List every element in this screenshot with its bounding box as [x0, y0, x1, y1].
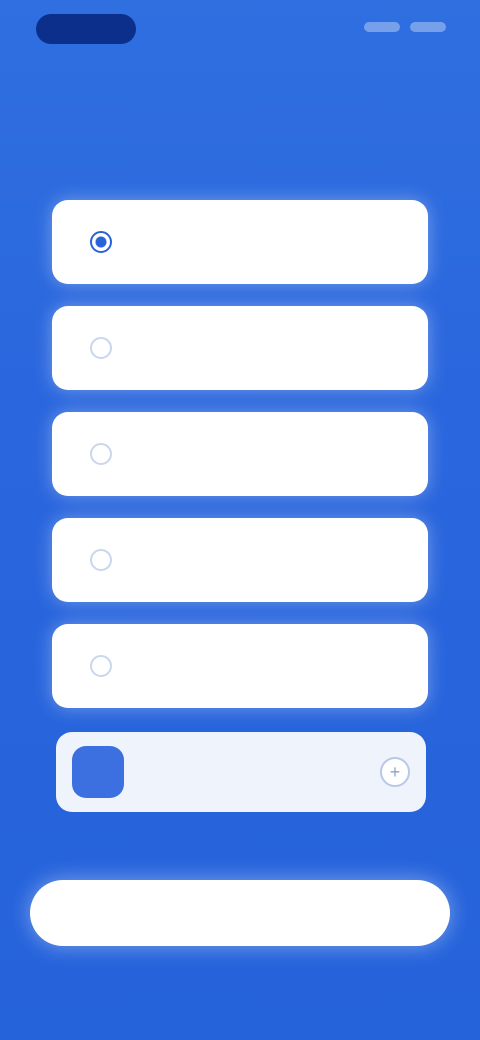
- option-card[interactable]: [52, 624, 428, 708]
- add-option-button[interactable]: +: [380, 757, 410, 787]
- option-card[interactable]: [52, 306, 428, 390]
- radio-icon[interactable]: [90, 549, 112, 571]
- option-card[interactable]: [52, 200, 428, 284]
- header: [46, 76, 426, 108]
- plus-icon: +: [389, 761, 401, 782]
- battery-icon: [410, 22, 446, 32]
- option-card[interactable]: [52, 412, 428, 496]
- status-time-pill: [36, 14, 136, 44]
- status-icons: [364, 22, 446, 32]
- avatar: [72, 746, 124, 798]
- radio-icon[interactable]: [90, 337, 112, 359]
- signal-icon: [364, 22, 400, 32]
- custom-option-row: +: [56, 732, 426, 812]
- radio-selected-icon[interactable]: [90, 231, 112, 253]
- custom-option-input[interactable]: [140, 756, 380, 788]
- option-card[interactable]: [52, 518, 428, 602]
- radio-icon[interactable]: [90, 655, 112, 677]
- status-bar: [0, 0, 480, 60]
- radio-icon[interactable]: [90, 443, 112, 465]
- page-title: [46, 76, 426, 100]
- continue-button[interactable]: [30, 880, 450, 946]
